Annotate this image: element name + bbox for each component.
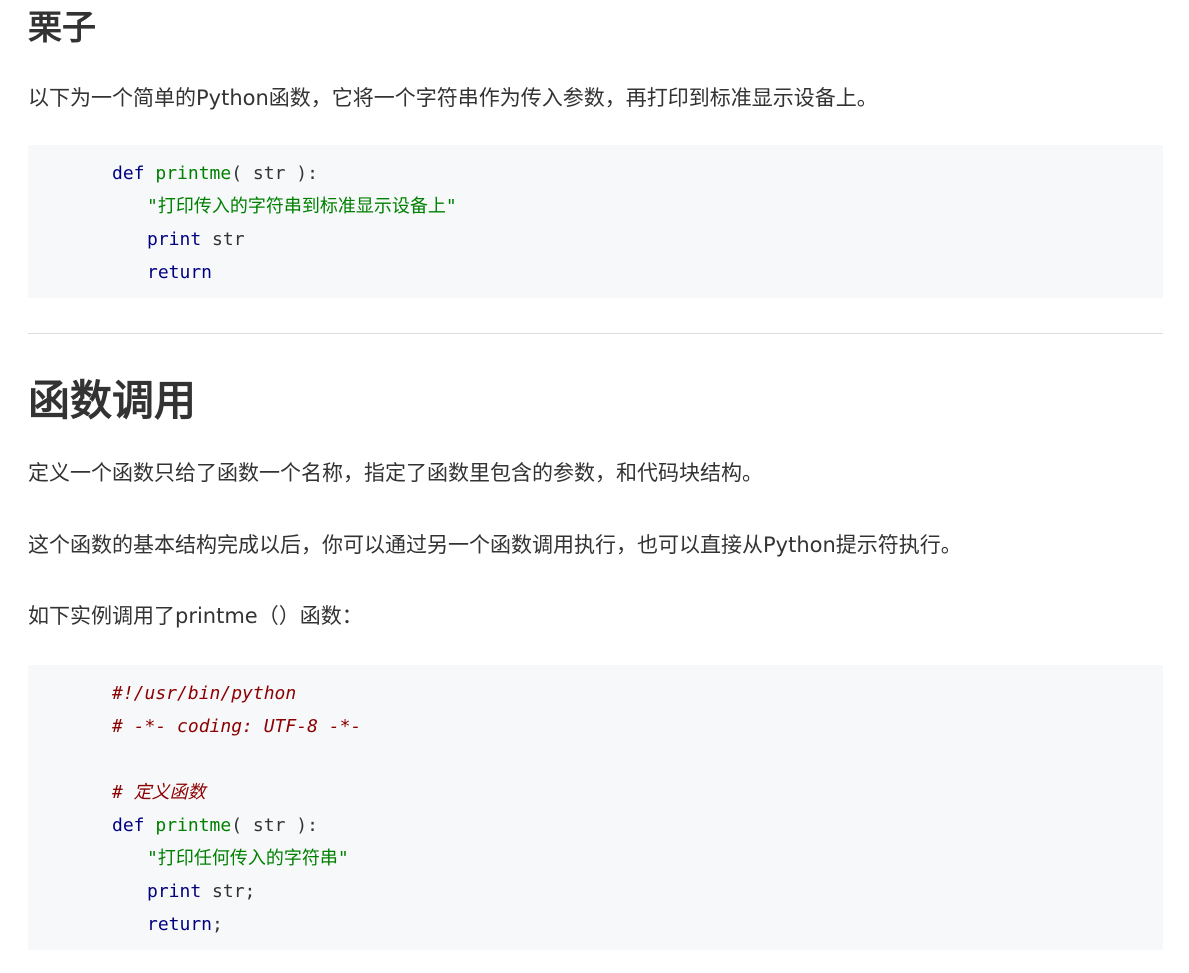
keyword: print <box>147 881 202 902</box>
intro-paragraph: 以下为一个简单的Python函数，它将一个字符串作为传入参数，再打印到标准显示设… <box>28 86 878 110</box>
section-divider <box>28 333 1163 334</box>
keyword: def <box>112 163 145 184</box>
code-line: def printme( str ): <box>112 809 318 842</box>
paragraph-definition: 定义一个函数只给了函数一个名称，指定了函数里包含的参数，和代码块结构。 <box>28 461 763 485</box>
section-heading-function-call: 函数调用 <box>28 376 197 425</box>
keyword: print <box>147 229 202 250</box>
code-block-call: #!/usr/bin/python # -*- coding: UTF-8 -*… <box>28 665 1163 950</box>
code-line: print str <box>147 223 245 256</box>
function-name: printme <box>155 163 232 184</box>
keyword: return <box>147 914 213 935</box>
code-text: ( str ): <box>231 163 318 184</box>
keyword: def <box>112 815 145 836</box>
code-text: str <box>201 229 245 250</box>
code-comment: # 定义函数 <box>112 782 206 803</box>
code-line: def printme( str ): <box>112 157 318 190</box>
code-line: # -*- coding: UTF-8 -*- <box>112 710 361 743</box>
encoding-comment: # -*- coding: UTF-8 -*- <box>112 716 362 737</box>
code-line: # 定义函数 <box>112 776 206 809</box>
docstring: "打印传入的字符串到标准显示设备上" <box>147 196 457 217</box>
section-heading-example: 栗子 <box>28 8 96 48</box>
code-line: #!/usr/bin/python <box>112 677 296 710</box>
code-text: ; <box>212 914 223 935</box>
code-line: "打印任何传入的字符串" <box>147 842 349 875</box>
code-text: ( str ): <box>231 815 318 836</box>
code-text: str; <box>201 881 256 902</box>
code-line: print str; <box>147 875 255 908</box>
docstring: "打印任何传入的字符串" <box>147 848 349 869</box>
paragraph-structure: 这个函数的基本结构完成以后，你可以通过另一个函数调用执行，也可以直接从Pytho… <box>28 533 962 557</box>
shebang-comment: #!/usr/bin/python <box>112 683 297 704</box>
keyword: return <box>147 262 213 283</box>
function-name: printme <box>155 815 232 836</box>
code-block-definition: def printme( str ): "打印传入的字符串到标准显示设备上" p… <box>28 145 1163 298</box>
paragraph-example-intro: 如下实例调用了printme（）函数： <box>28 604 363 628</box>
code-line: "打印传入的字符串到标准显示设备上" <box>147 190 457 223</box>
code-line: return; <box>147 908 223 941</box>
code-line: return <box>147 256 212 289</box>
